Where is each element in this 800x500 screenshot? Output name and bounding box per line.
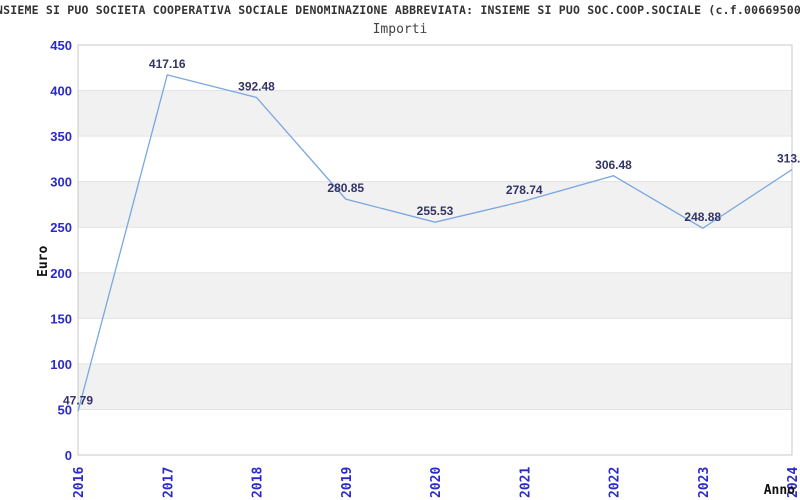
x-tick-label: 2020 bbox=[429, 467, 444, 498]
y-tick-label: 350 bbox=[50, 129, 72, 144]
data-point-label: 248.88 bbox=[684, 210, 721, 224]
plot-band bbox=[78, 90, 792, 137]
data-point-label: 306.48 bbox=[595, 158, 632, 172]
data-point-label: 313.3 bbox=[777, 152, 800, 166]
x-tick-label: 2018 bbox=[251, 467, 266, 498]
y-tick-label: 0 bbox=[65, 448, 72, 463]
y-tick-label: 250 bbox=[50, 220, 72, 235]
y-tick-label: 150 bbox=[50, 311, 72, 326]
x-tick-label: 2019 bbox=[340, 467, 355, 498]
data-point-label: 255.53 bbox=[417, 204, 454, 218]
x-tick-label: 2021 bbox=[518, 467, 533, 498]
x-tick-label: 2023 bbox=[697, 467, 712, 498]
chart-canvas: NSIEME SI PUO SOCIETA COOPERATIVA SOCIAL… bbox=[0, 0, 800, 500]
y-tick-label: 400 bbox=[50, 84, 72, 99]
plot-band bbox=[78, 363, 792, 410]
plot-band bbox=[78, 272, 792, 319]
data-point-label: 417.16 bbox=[149, 57, 186, 71]
y-tick-label: 200 bbox=[50, 266, 72, 281]
x-axis-title: Anno bbox=[764, 483, 795, 498]
chart-plot-area: 0501001502002503003504004502016 2017 2018 2… bbox=[36, 38, 800, 498]
data-point-label: 47.79 bbox=[63, 393, 93, 407]
y-tick-label: 450 bbox=[50, 38, 72, 53]
data-point-label: 278.74 bbox=[506, 183, 543, 197]
y-axis-title: Euro bbox=[36, 246, 51, 277]
x-tick-label: 2017 bbox=[161, 467, 176, 498]
y-tick-label: 100 bbox=[50, 357, 72, 372]
x-tick-label: 2022 bbox=[608, 467, 623, 498]
x-tick-label: 2016 bbox=[72, 467, 87, 498]
data-point-label: 280.85 bbox=[327, 181, 364, 195]
y-tick-label: 300 bbox=[50, 175, 72, 190]
data-point-label: 392.48 bbox=[238, 79, 275, 93]
